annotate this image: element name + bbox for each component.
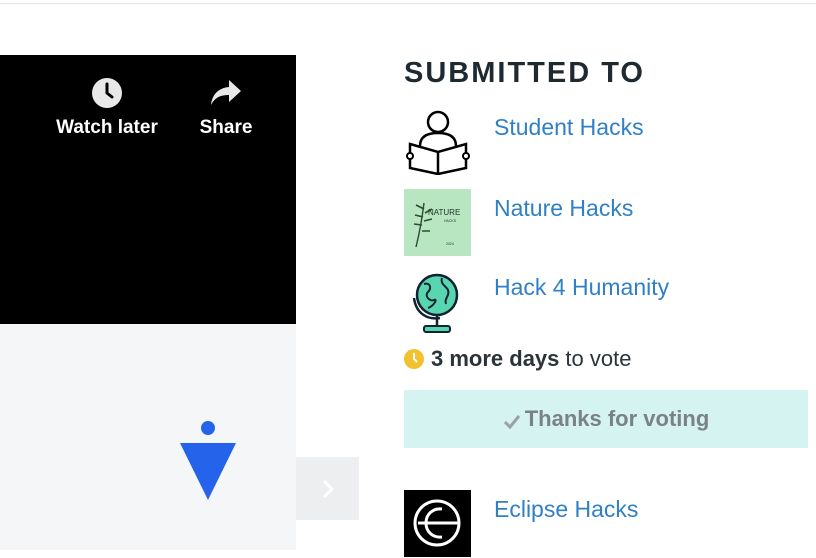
days-suffix: to vote bbox=[565, 346, 632, 371]
thanks-label: Thanks for voting bbox=[524, 406, 710, 431]
share-label: Share bbox=[199, 117, 253, 138]
nature-hacks-logo[interactable]: NATURE HACKS 2024 bbox=[404, 189, 471, 256]
thanks-for-voting-button[interactable]: Thanks for voting bbox=[404, 390, 808, 448]
days-remaining: 3 more days bbox=[431, 346, 560, 371]
svg-text:NATURE: NATURE bbox=[428, 208, 460, 217]
hackathon-link-hack-4-humanity[interactable]: Hack 4 Humanity bbox=[494, 274, 669, 301]
next-button[interactable] bbox=[296, 457, 359, 520]
watch-later-button[interactable]: Watch later bbox=[47, 75, 167, 155]
checkmark-icon bbox=[503, 415, 520, 430]
submitted-to-heading: SUBMITTED TO bbox=[404, 57, 645, 89]
watch-later-label: Watch later bbox=[56, 117, 158, 138]
svg-text:2024: 2024 bbox=[446, 242, 454, 246]
clock-icon bbox=[92, 78, 122, 108]
map-panel bbox=[0, 324, 296, 550]
hackathon-link-eclipse-hacks[interactable]: Eclipse Hacks bbox=[494, 496, 638, 523]
student-reading-icon[interactable] bbox=[404, 108, 471, 175]
hackathon-link-nature-hacks[interactable]: Nature Hacks bbox=[494, 195, 633, 222]
svg-text:HACKS: HACKS bbox=[444, 219, 457, 223]
hackathon-item: Hack 4 Humanity bbox=[404, 268, 814, 336]
video-player[interactable]: Watch later Share bbox=[0, 55, 296, 324]
hackathon-item: Student Hacks bbox=[404, 108, 814, 176]
top-divider bbox=[0, 3, 816, 4]
hackathon-item: NATURE HACKS 2024 Nature Hacks bbox=[404, 189, 814, 257]
eclipse-logo-icon[interactable] bbox=[404, 490, 471, 557]
hackathon-item: Eclipse Hacks bbox=[404, 490, 814, 558]
clock-icon bbox=[404, 349, 424, 369]
share-button[interactable]: Share bbox=[166, 75, 286, 155]
voting-deadline: 3 more days to vote bbox=[404, 346, 631, 372]
location-marker-icon bbox=[180, 421, 236, 500]
chevron-right-icon bbox=[322, 479, 334, 498]
hackathon-link-student-hacks[interactable]: Student Hacks bbox=[494, 114, 644, 141]
share-arrow-icon bbox=[211, 80, 241, 105]
globe-icon[interactable] bbox=[404, 268, 471, 335]
